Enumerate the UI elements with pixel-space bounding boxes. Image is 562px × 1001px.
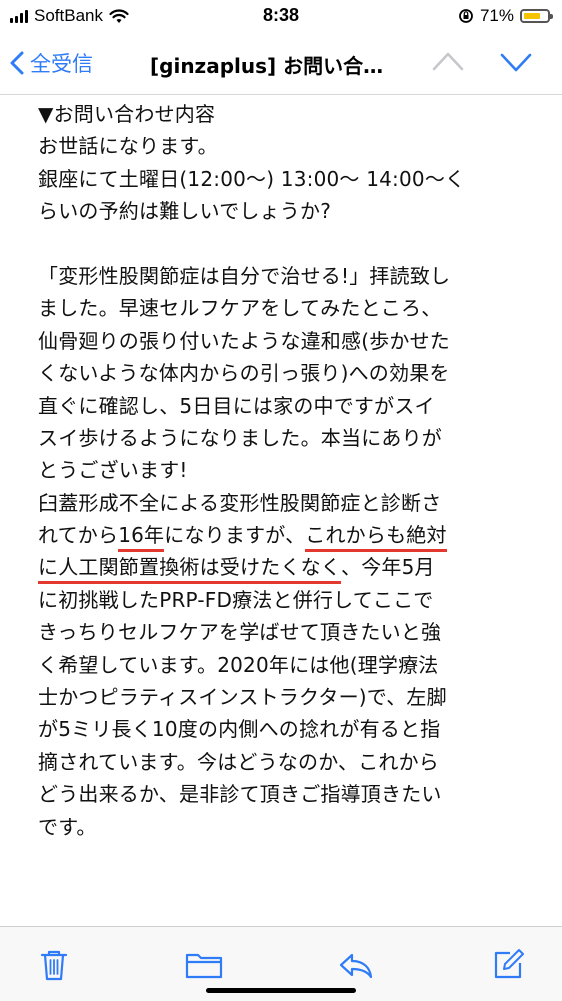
body-line: ▼お問い合わせ内容 <box>38 102 216 126</box>
body-line: 臼蓋形成不全による変形性股関節症と診断さ <box>38 490 442 515</box>
body-line: く希望しています。2020年には他(理学療法 <box>38 652 439 677</box>
back-button[interactable]: 全受信 <box>10 48 93 78</box>
underlined-phrase-2: に人工関節置換術は受けたくなく <box>38 555 341 585</box>
battery-level <box>524 13 540 19</box>
body-line: きっちりセルフケアを学ばせて頂きたいと強 <box>38 620 442 645</box>
trash-icon[interactable] <box>36 947 72 983</box>
body-line: くないような体内からの引っ張り)への効果を <box>38 361 450 386</box>
body-line-highlight-1: れてから16年になりますが、これからも絶対 <box>38 519 538 553</box>
folder-icon[interactable] <box>184 947 224 983</box>
body-line: 仙骨廻りの張り付いたような違和感(歩かせた <box>38 328 451 353</box>
body-line: です。 <box>38 814 97 839</box>
orientation-lock-icon <box>459 9 473 23</box>
body-line: らいの予約は難しいでしょうか? <box>38 199 332 224</box>
body-line: 直ぐに確認し、5日目には家の中ですがスイ <box>38 393 435 418</box>
body-line: スイ歩けるようになりました。本当にありが <box>38 425 442 450</box>
body-line: ました。早速セルフケアをしてみたところ、 <box>38 296 442 321</box>
body-line: 士かつピラティスインストラクター)で、左脚 <box>38 685 447 710</box>
body-line-highlight-2: に人工関節置換術は受けたくなく、今年5月 <box>38 551 538 585</box>
email-body: ▼お問い合わせ内容 お世話になります。銀座にて土曜日(12:00〜) 13:00〜… <box>38 98 538 843</box>
status-right: 71% <box>458 6 553 26</box>
navigation-bar: 全受信 [ginzaplus] お問い合… <box>0 34 562 95</box>
battery-icon <box>520 9 553 23</box>
bottom-toolbar <box>0 926 562 1001</box>
body-line: 摘されています。今はどうなのか、これから <box>38 749 439 774</box>
back-label: 全受信 <box>30 52 93 76</box>
body-line: どう出来るか、是非診て頂きご指導頂きたい <box>38 782 442 807</box>
battery-percent: 71% <box>479 6 514 25</box>
compose-icon[interactable] <box>490 947 526 983</box>
body-line: とうございます! <box>38 458 188 483</box>
body-line: お世話になります。 <box>38 134 218 159</box>
underlined-phrase-1: これからも絶対 <box>305 523 447 553</box>
reply-icon[interactable] <box>336 947 376 983</box>
underlined-years: 16年 <box>118 523 165 553</box>
chevron-up-icon[interactable] <box>432 50 464 72</box>
body-line: に初挑戦したPRP-FD療法と併行してここで <box>38 587 434 612</box>
message-subject: [ginzaplus] お問い合… <box>150 54 384 78</box>
body-line: が5ミリ長く10度の内側への捻れが有ると指 <box>38 717 441 742</box>
chevron-down-icon[interactable] <box>500 52 532 74</box>
body-line: 「変形性股関節症は自分で治せる!」拝読致し <box>38 263 451 288</box>
status-bar: SoftBank 8:38 71% <box>0 0 562 34</box>
chevron-left-icon <box>10 51 24 75</box>
body-line: 銀座にて土曜日(12:00〜) 13:00〜 14:00〜く <box>38 166 466 191</box>
home-indicator <box>206 988 356 993</box>
